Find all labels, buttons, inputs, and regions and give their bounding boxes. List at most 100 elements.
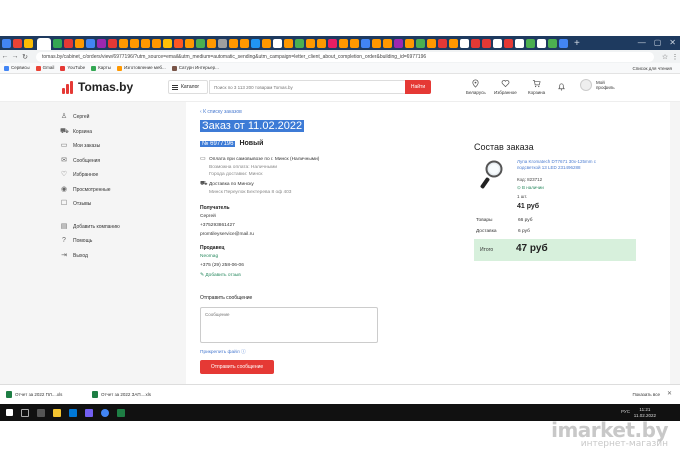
close-icon[interactable]: ✕ xyxy=(669,38,676,47)
tab-favicon[interactable] xyxy=(383,38,392,48)
sidebar-item-user[interactable]: ♙ Сергей xyxy=(60,110,180,125)
site-logo[interactable]: Tomas.by xyxy=(62,80,133,94)
attach-file-link[interactable]: Прикрепить файл ⓘ xyxy=(200,348,246,355)
tab-favicon[interactable] xyxy=(515,38,524,48)
tab-favicon[interactable] xyxy=(306,38,315,48)
tab-favicon[interactable] xyxy=(471,38,480,48)
tab-favicon[interactable] xyxy=(185,38,194,48)
tab-favicon[interactable] xyxy=(196,38,205,48)
cart-link[interactable]: Корзина xyxy=(528,79,545,95)
sidebar-item-help[interactable]: ? Помощь xyxy=(60,234,180,249)
tab-favicon[interactable] xyxy=(372,38,381,48)
tab-favicon[interactable] xyxy=(24,38,33,48)
sidebar-item-cart[interactable]: ⛟ Корзина xyxy=(60,125,180,140)
seller-name-link[interactable]: Neomag xyxy=(200,254,218,259)
excel-icon[interactable] xyxy=(117,408,125,417)
extensions-icon[interactable]: ⋮ xyxy=(670,53,680,61)
back-arrow-icon[interactable]: ← xyxy=(0,53,10,60)
tab-favicon[interactable] xyxy=(504,38,513,48)
bookmark-item[interactable]: Карты xyxy=(91,65,111,71)
tab-favicon[interactable] xyxy=(548,38,557,48)
bookmark-item[interactable]: Сатурн Интерьер... xyxy=(171,65,219,71)
sidebar-item-viewed[interactable]: ◉ Просмотренные xyxy=(60,183,180,198)
tab-favicon[interactable] xyxy=(130,38,139,48)
sidebar-item-messages[interactable]: ✉ Сообщения xyxy=(60,154,180,169)
viber-icon[interactable] xyxy=(85,408,93,417)
tab-favicon[interactable] xyxy=(119,38,128,48)
tab-favicon[interactable] xyxy=(526,38,535,48)
new-tab-icon[interactable]: + xyxy=(574,38,580,49)
favorites-link[interactable]: Избранное xyxy=(494,79,517,95)
tab-favicon[interactable] xyxy=(350,38,359,48)
tab-favicon[interactable] xyxy=(273,38,282,48)
url-field[interactable]: tomas.by/cabinet_c/orders/view/6977196/?… xyxy=(36,51,654,62)
tab-favicon[interactable] xyxy=(493,38,502,48)
sidebar-item-add-company[interactable]: ▤ Добавить компанию xyxy=(60,220,180,235)
star-icon[interactable]: ☆ xyxy=(660,53,670,61)
catalog-button[interactable]: Каталог xyxy=(168,80,208,94)
file-explorer-icon[interactable] xyxy=(53,408,61,417)
tab-favicon[interactable] xyxy=(460,38,469,48)
reading-list[interactable]: Список для чтения xyxy=(633,66,672,71)
sidebar-item-orders[interactable]: ▭ Мои заказы xyxy=(60,139,180,154)
download-item[interactable]: Отчет за 2022 ПЛ....xls xyxy=(6,391,86,398)
search-input[interactable] xyxy=(209,80,405,94)
minimize-icon[interactable]: — xyxy=(638,38,646,47)
tab-favicon[interactable] xyxy=(284,38,293,48)
tab-favicon[interactable] xyxy=(405,38,414,48)
close-icon[interactable]: ✕ xyxy=(667,390,672,397)
tab-favicon[interactable] xyxy=(559,38,568,48)
windows-start-icon[interactable] xyxy=(6,409,13,416)
tab-favicon[interactable] xyxy=(86,38,95,48)
active-tab[interactable] xyxy=(37,38,51,50)
tab-favicon[interactable] xyxy=(394,38,403,48)
tab-favicon[interactable] xyxy=(427,38,436,48)
download-item[interactable]: Отчет за 2022 ЗАП....xls xyxy=(92,391,172,398)
reload-icon[interactable]: ↻ xyxy=(20,53,30,61)
tab-favicon[interactable] xyxy=(361,38,370,48)
tab-favicon[interactable] xyxy=(295,38,304,48)
maximize-icon[interactable]: ▢ xyxy=(654,38,662,47)
tab-favicon[interactable] xyxy=(416,38,425,48)
region-selector[interactable]: Беларусь xyxy=(466,79,486,95)
sidebar-item-logout[interactable]: ⇥ Выход xyxy=(60,249,180,264)
profile-menu[interactable]: Мой профиль xyxy=(580,79,618,91)
bookmark-item[interactable]: YouTube xyxy=(60,65,85,71)
tab-favicon[interactable] xyxy=(229,38,238,48)
product-name-link[interactable]: Лупа Kromatech DT7671 30x-125mm с подсве… xyxy=(517,159,607,171)
tab-favicon[interactable] xyxy=(152,38,161,48)
edge-icon[interactable] xyxy=(69,408,77,417)
send-message-button[interactable]: Отправить сообщение xyxy=(200,360,274,374)
bookmark-item[interactable]: Gmail xyxy=(35,65,54,71)
bookmark-item[interactable]: Сервисы xyxy=(4,65,30,71)
tab-favicon[interactable] xyxy=(53,38,62,48)
tab-favicon[interactable] xyxy=(207,38,216,48)
tab-favicon[interactable] xyxy=(438,38,447,48)
tab-favicon[interactable] xyxy=(163,38,172,48)
tab-favicon[interactable] xyxy=(174,38,183,48)
magnifier-product-image[interactable] xyxy=(480,160,504,190)
message-textarea[interactable] xyxy=(200,307,378,343)
tab-favicon[interactable] xyxy=(2,38,11,48)
tab-favicon[interactable] xyxy=(317,38,326,48)
system-clock[interactable]: 11:21 11.02.2022 xyxy=(634,407,656,418)
add-review-link[interactable]: ✎ Добавить отзыв xyxy=(200,273,241,278)
tab-favicon[interactable] xyxy=(449,38,458,48)
sidebar-item-favorites[interactable]: ♡ Избранное xyxy=(60,168,180,183)
task-view-icon[interactable] xyxy=(37,408,45,417)
tab-favicon[interactable] xyxy=(108,38,117,48)
forward-arrow-icon[interactable]: → xyxy=(10,53,20,60)
input-language[interactable]: РУС xyxy=(621,409,630,414)
tab-favicon[interactable] xyxy=(262,38,271,48)
tab-favicon[interactable] xyxy=(328,38,337,48)
tab-favicon[interactable] xyxy=(339,38,348,48)
bell-icon[interactable] xyxy=(557,82,566,91)
tab-favicon[interactable] xyxy=(97,38,106,48)
sidebar-item-reviews[interactable]: ☐ Отзывы xyxy=(60,197,180,212)
tab-favicon[interactable] xyxy=(75,38,84,48)
search-button[interactable]: Найти xyxy=(405,80,431,94)
bookmark-item[interactable]: Изготовление меб... xyxy=(116,65,166,71)
chrome-icon[interactable] xyxy=(101,408,109,417)
tab-favicon[interactable] xyxy=(482,38,491,48)
tab-favicon[interactable] xyxy=(240,38,249,48)
